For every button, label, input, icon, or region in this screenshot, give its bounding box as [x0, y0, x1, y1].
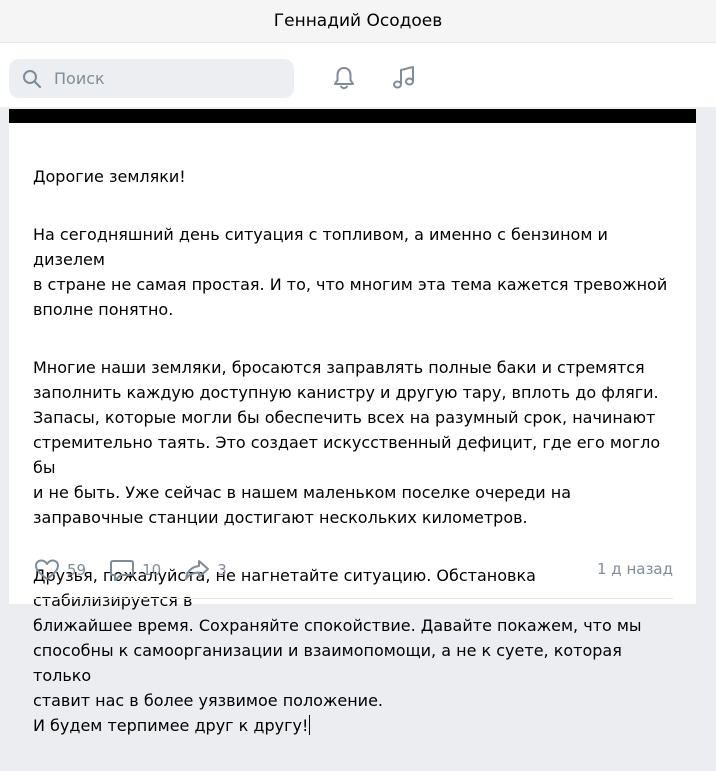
search-box[interactable]: [9, 59, 294, 98]
post-paragraph: Друзья, пожалуйста, не нагнетайте ситуац…: [33, 563, 681, 738]
share-arrow-icon: [185, 560, 210, 580]
search-icon: [23, 69, 42, 88]
share-count: 3: [217, 561, 227, 579]
post-timestamp[interactable]: 1 д назад: [597, 560, 673, 578]
post-divider: [33, 598, 673, 599]
post-paragraph: Многие наши земляки, бросаются заправлят…: [33, 358, 661, 527]
post-text: Дорогие земляки! На сегодняшний день сит…: [33, 139, 681, 771]
post-actions: 59 10 3 1 д назад: [33, 556, 673, 584]
window-title: Геннадий Осодоев: [273, 11, 443, 31]
post-header-strip: [9, 109, 696, 123]
music-note-icon[interactable]: [390, 64, 418, 92]
like-count: 59: [67, 561, 87, 579]
comment-icon: [110, 560, 135, 581]
heart-icon: [35, 559, 59, 580]
like-button[interactable]: 59: [33, 556, 86, 584]
text-cursor: [309, 715, 311, 735]
post-paragraph: Дорогие земляки!: [33, 167, 186, 186]
top-toolbar: [0, 43, 716, 107]
comment-count: 10: [142, 561, 162, 579]
post-paragraph-text: Друзья, пожалуйста, не нагнетайте ситуац…: [33, 566, 642, 735]
post-paragraph: На сегодняшний день ситуация с топливом,…: [33, 225, 668, 319]
search-input[interactable]: [52, 68, 276, 89]
share-button[interactable]: 3: [183, 556, 227, 584]
comment-button[interactable]: 10: [108, 556, 161, 584]
post-card: Дорогие земляки! На сегодняшний день сит…: [9, 109, 696, 735]
bell-icon[interactable]: [330, 64, 358, 92]
window-titlebar: Геннадий Осодоев: [0, 0, 716, 43]
